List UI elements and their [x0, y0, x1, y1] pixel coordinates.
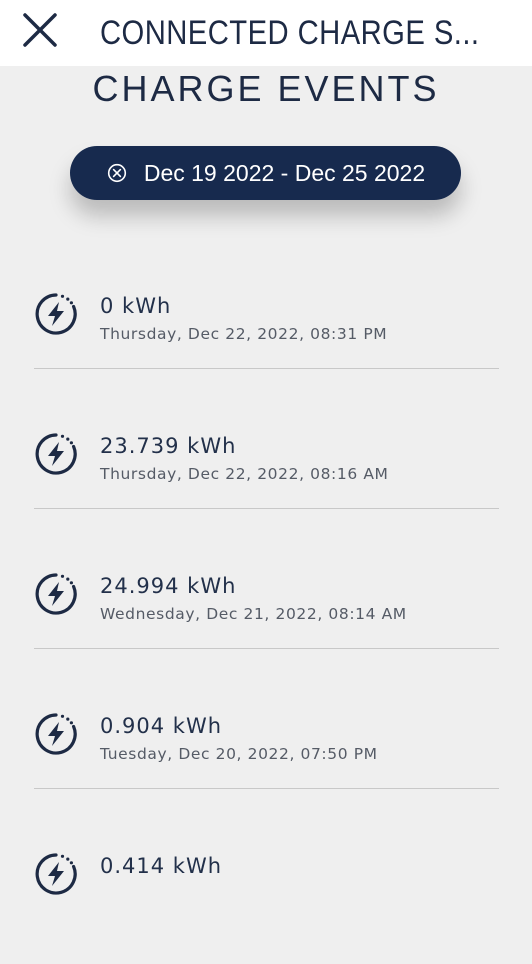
- divider: [34, 648, 499, 649]
- charge-bolt-icon: [35, 293, 77, 335]
- charge-bolt-icon: [35, 713, 77, 755]
- list-item[interactable]: 0.414 kWh: [0, 824, 532, 964]
- app-header: CONNECTED CHARGE S...: [0, 0, 532, 66]
- event-energy: 0 kWh: [100, 294, 172, 318]
- event-datetime: Wednesday, Dec 21, 2022, 08:14 AM: [100, 605, 407, 623]
- charge-bolt-icon: [35, 433, 77, 475]
- event-energy: 0.414 kWh: [100, 854, 223, 878]
- date-range-filter-button[interactable]: Dec 19 2022 - Dec 25 2022: [70, 146, 461, 200]
- section-title: CHARGE EVENTS: [92, 68, 440, 109]
- date-range-label: Dec 19 2022 - Dec 25 2022: [143, 159, 426, 186]
- divider: [34, 368, 499, 369]
- list-item[interactable]: 23.739 kWh Thursday, Dec 22, 2022, 08:16…: [0, 404, 532, 544]
- event-energy: 0.904 kWh: [100, 714, 223, 738]
- event-datetime: Thursday, Dec 22, 2022, 08:16 AM: [100, 465, 389, 483]
- divider: [34, 508, 499, 509]
- charge-events-list: 0 kWh Thursday, Dec 22, 2022, 08:31 PM 2…: [0, 264, 532, 964]
- close-icon: [23, 13, 57, 47]
- event-datetime: Tuesday, Dec 20, 2022, 07:50 PM: [100, 745, 378, 763]
- clear-circle-icon[interactable]: [106, 162, 128, 184]
- divider: [34, 788, 499, 789]
- list-item[interactable]: 0.904 kWh Tuesday, Dec 20, 2022, 07:50 P…: [0, 684, 532, 824]
- charge-bolt-icon: [35, 853, 77, 895]
- event-energy: 24.994 kWh: [100, 574, 237, 598]
- close-button[interactable]: [18, 8, 62, 52]
- list-item[interactable]: 24.994 kWh Wednesday, Dec 21, 2022, 08:1…: [0, 544, 532, 684]
- event-datetime: Thursday, Dec 22, 2022, 08:31 PM: [100, 325, 388, 343]
- page-title: CONNECTED CHARGE S...: [100, 14, 480, 52]
- charge-bolt-icon: [35, 573, 77, 615]
- list-item[interactable]: 0 kWh Thursday, Dec 22, 2022, 08:31 PM: [0, 264, 532, 404]
- event-energy: 23.739 kWh: [100, 434, 237, 458]
